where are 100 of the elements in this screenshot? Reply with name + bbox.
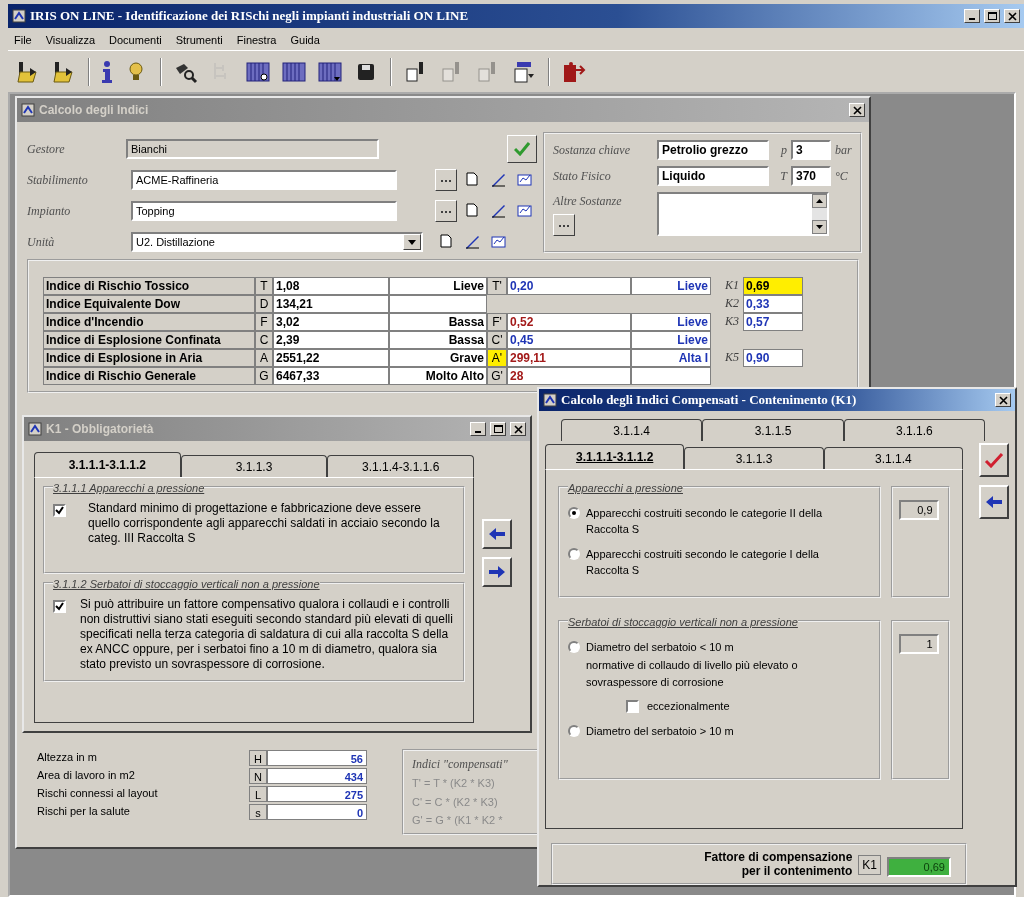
back-button[interactable] <box>482 519 512 549</box>
checkbox[interactable] <box>626 700 639 714</box>
tab[interactable]: 3.1.1.4 <box>561 419 703 442</box>
index-label: Indice Equivalente Dow <box>43 295 255 313</box>
close-button[interactable] <box>1004 9 1020 23</box>
menu-item[interactable]: Strumenti <box>175 32 223 46</box>
menu-item[interactable]: Visualizza <box>45 32 96 46</box>
close-button[interactable] <box>995 393 1011 408</box>
minimize-button[interactable] <box>470 422 486 436</box>
tab[interactable]: 3.1.1.3 <box>684 447 824 470</box>
menu-item[interactable]: Finestra <box>236 32 277 46</box>
radio-button[interactable] <box>568 506 580 519</box>
radio-button[interactable] <box>568 724 580 737</box>
toolbar-button[interactable] <box>52 59 76 84</box>
checkbox[interactable] <box>53 503 66 517</box>
option-label: Diametro del serbatoio < 10 m <box>586 639 735 655</box>
arrow-icon <box>487 526 507 542</box>
formula-text: C' = C * (K2 * K3) <box>412 794 499 810</box>
window-icon <box>543 393 557 408</box>
window-icon <box>28 422 42 436</box>
dropdown-field[interactable]: U2. Distillazione <box>131 232 423 252</box>
menu-item[interactable]: File <box>14 32 32 46</box>
parameter-label: Rischi connessi al layout <box>37 787 158 800</box>
index-value: 1,08 <box>273 277 389 295</box>
parameter-label: Area di lavoro in m2 <box>37 769 135 782</box>
ellipsis-icon <box>441 178 451 182</box>
toolbar-button[interactable] <box>246 59 270 84</box>
input-field[interactable]: Liquido <box>657 166 769 186</box>
rating-label: Lieve <box>631 277 711 295</box>
window-title: Calcolo degli Indici Compensati - Contenimento (K1) <box>561 391 858 410</box>
symbol-label: s <box>249 803 267 820</box>
radio-button[interactable] <box>568 640 580 653</box>
tab[interactable]: 3.1.1.4 <box>823 447 963 470</box>
scroll-up-button[interactable] <box>812 194 827 208</box>
scrollbar[interactable] <box>812 194 827 234</box>
toolbar-button[interactable] <box>318 59 342 84</box>
input-field[interactable]: Topping <box>131 201 397 221</box>
document-icon <box>464 203 480 219</box>
checkbox[interactable] <box>53 599 66 613</box>
confirm-button[interactable] <box>507 135 537 163</box>
forward-button[interactable] <box>482 557 512 587</box>
index-value: 0,45 <box>507 331 631 349</box>
parameter-value: 56 <box>267 749 367 766</box>
tab[interactable]: 3.1.1.4-3.1.1.6 <box>327 455 474 477</box>
maximize-icon <box>493 425 503 433</box>
tab[interactable]: 3.1.1.3 <box>180 455 328 477</box>
maximize-button[interactable] <box>490 422 506 436</box>
result-value: 0,69 <box>887 856 951 877</box>
factor-label: K5 <box>724 349 740 366</box>
checkmark-icon <box>984 452 1004 469</box>
browse-button[interactable] <box>553 214 575 236</box>
checkmark-icon <box>514 142 530 156</box>
field-label: Gestore <box>27 142 65 156</box>
menu-item[interactable]: Documenti <box>109 32 162 46</box>
browse-button[interactable] <box>435 169 457 191</box>
maximize-icon <box>987 12 997 20</box>
toolbar-button[interactable] <box>282 59 306 84</box>
radio-button[interactable] <box>568 547 580 560</box>
close-icon <box>1007 11 1017 21</box>
option-label: Apparecchi costruiti secondo le categorie II della Raccolta S <box>586 505 824 538</box>
input-field[interactable]: 370 <box>791 166 831 186</box>
input-field: Bianchi <box>125 139 379 159</box>
menu-item[interactable]: Guida <box>290 32 320 46</box>
field-label: Altre Sostanze <box>553 193 623 210</box>
close-icon <box>998 395 1008 405</box>
tab[interactable]: 3.1.1.6 <box>843 419 985 442</box>
field-label: Stabilimento <box>27 173 88 187</box>
scroll-down-button[interactable] <box>812 220 827 234</box>
index-label: Indice d'Incendio <box>43 313 255 331</box>
symbol-label: G <box>255 367 273 385</box>
input-field[interactable]: Petrolio grezzo <box>657 140 769 160</box>
tab[interactable]: 3.1.1.5 <box>702 419 844 442</box>
paragraph-text: Si può attribuire un fattore compensativo qualora i collaudi e i controlli non distruttivi siano stati eseguiti secondo standard più elevati di quelli specificati nella terza categoria di saldatura di cui alla raccolta S della ex ANCC oppure, per i serbatoi fino a 10 m di diametro, qualora sia stato previsto un sovraspessore di corrosione. <box>80 596 454 672</box>
parameter-value: 0 <box>267 803 367 820</box>
tab[interactable]: 3.1.1.1-3.1.1.2 <box>34 452 181 477</box>
minimize-button[interactable] <box>964 9 980 23</box>
parameter-value: 434 <box>267 767 367 784</box>
factor-label: K2 <box>724 295 740 312</box>
input-field[interactable]: 3 <box>791 140 831 160</box>
text-area[interactable] <box>657 192 829 236</box>
toolbar-button[interactable] <box>16 59 40 84</box>
close-button[interactable] <box>849 103 865 117</box>
browse-button[interactable] <box>435 200 457 222</box>
maximize-button[interactable] <box>984 9 1000 23</box>
index-value: 28 <box>507 367 631 385</box>
checkbox-label: eccezionalmente <box>647 699 730 715</box>
confirm-button[interactable] <box>979 443 1009 478</box>
unit-label: bar <box>835 142 852 159</box>
input-field[interactable]: ACME-Raffineria <box>131 170 397 190</box>
toolbar-button[interactable] <box>512 59 536 84</box>
index-label: Indice di Rischio Tossico <box>43 277 255 295</box>
symbol-label: T <box>255 277 273 295</box>
symbol-label: D <box>255 295 273 313</box>
back-button[interactable] <box>979 485 1009 520</box>
unit-label: °C <box>835 168 848 185</box>
tab[interactable]: 3.1.1.1-3.1.1.2 <box>545 444 685 470</box>
result-label: Fattore di compensazione per il contenimento <box>703 850 853 879</box>
close-button[interactable] <box>510 422 526 436</box>
factor-value: 0,57 <box>743 313 803 331</box>
field-label: p <box>779 142 787 159</box>
